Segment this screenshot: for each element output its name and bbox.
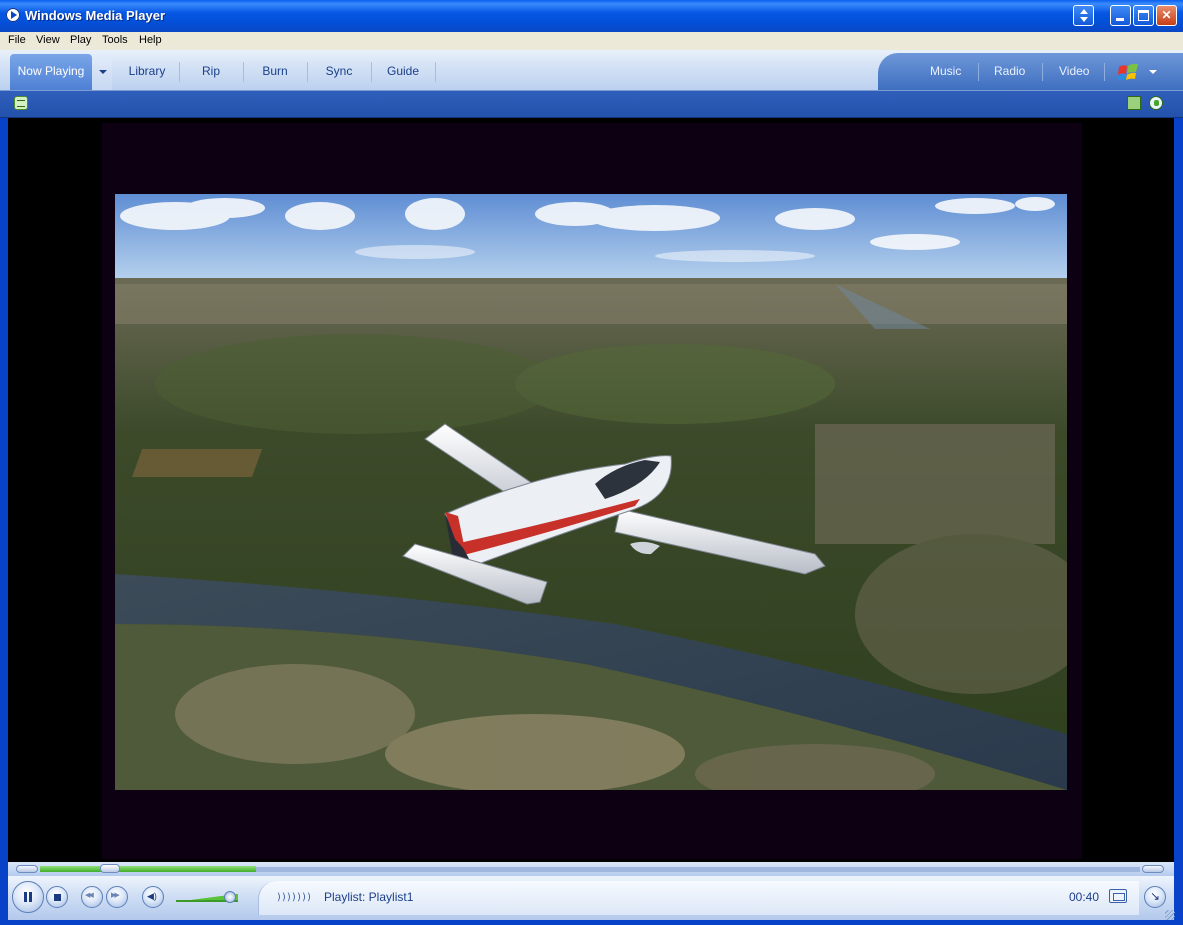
menu-tools[interactable]: Tools [102, 34, 128, 46]
video-display[interactable] [115, 194, 1067, 790]
maximize-icon [1138, 10, 1149, 21]
tab-burn[interactable]: Burn [244, 58, 306, 84]
now-playing-options-button[interactable] [92, 54, 112, 90]
playlist-toggle-icon[interactable] [14, 96, 28, 110]
status-text: Playlist: Playlist1 [324, 890, 414, 904]
close-icon: ✕ [1161, 8, 1172, 22]
chevron-down-icon [99, 70, 107, 74]
seek-progress [40, 866, 256, 872]
video-frame-image [115, 194, 1067, 790]
close-button[interactable]: ✕ [1156, 5, 1177, 26]
menu-file[interactable]: File [8, 34, 26, 46]
wmp-app-icon[interactable] [6, 8, 20, 22]
window-title: Windows Media Player [25, 8, 166, 23]
maximize-button[interactable] [1133, 5, 1154, 26]
tab-library[interactable]: Library [116, 58, 178, 84]
stop-button[interactable] [46, 886, 68, 908]
compact-arrows-icon [1080, 17, 1088, 22]
visualization-icon[interactable] [1149, 96, 1163, 110]
chevron-down-icon[interactable] [1149, 70, 1157, 74]
tab-video[interactable]: Video [1059, 64, 1089, 78]
menu-play[interactable]: Play [70, 34, 91, 46]
switch-to-skin-mode-icon[interactable] [1109, 889, 1127, 903]
tab-music[interactable]: Music [930, 64, 961, 78]
tab-guide[interactable]: Guide [372, 58, 434, 84]
seek-thumb[interactable] [100, 864, 120, 873]
volume-thumb[interactable] [224, 891, 236, 903]
resize-grip-icon[interactable] [1165, 910, 1175, 920]
tab-divider [978, 63, 979, 81]
enhancements-icon[interactable] [1127, 96, 1141, 110]
media-player-window: Windows Media Player ✕ File View Play To… [0, 0, 1183, 925]
menu-view[interactable]: View [36, 34, 60, 46]
previous-button[interactable] [81, 886, 103, 908]
menu-help[interactable]: Help [139, 34, 162, 46]
tab-divider [1104, 63, 1105, 81]
compact-arrows-icon [1080, 9, 1088, 14]
seek-forward-handle[interactable] [1142, 865, 1164, 873]
tab-now-playing[interactable]: Now Playing [10, 54, 92, 90]
tab-radio[interactable]: Radio [994, 64, 1025, 78]
title-bar[interactable] [0, 0, 1183, 32]
switch-to-compact-mode-button[interactable] [1073, 5, 1094, 26]
tab-rip[interactable]: Rip [180, 58, 242, 84]
elapsed-time: 00:40 [1069, 890, 1100, 904]
eq-visualizer-icon: ))))))) [276, 892, 312, 903]
mute-button[interactable] [142, 886, 164, 908]
tab-divider [1042, 63, 1043, 81]
next-button[interactable] [106, 886, 128, 908]
full-screen-button[interactable] [1144, 886, 1166, 908]
menu-bar: File View Play Tools Help [0, 32, 1183, 50]
tab-divider [435, 62, 436, 82]
minimize-button[interactable] [1110, 5, 1131, 26]
pause-button[interactable] [12, 881, 44, 913]
now-playing-toolbar [0, 91, 1183, 118]
windows-logo-icon[interactable] [1117, 61, 1141, 81]
seek-back-handle[interactable] [16, 865, 38, 873]
minimize-icon [1116, 18, 1124, 21]
tab-sync[interactable]: Sync [308, 58, 370, 84]
